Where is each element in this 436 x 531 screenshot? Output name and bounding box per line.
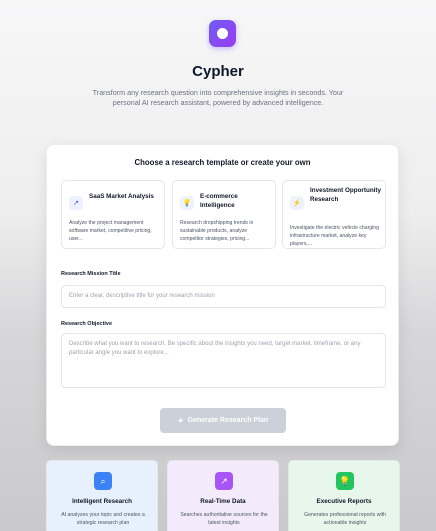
app-tagline: Transform any research question into com… (92, 88, 344, 107)
trending-up-icon: ↗ (69, 196, 83, 210)
lightbulb-icon: 💡 (336, 472, 354, 490)
feature-description: Searches authoritative sources for the l… (180, 512, 268, 526)
feature-title: Intelligent Research (72, 498, 132, 505)
template-name: Investment Opportunity Research (310, 187, 382, 203)
trending-up-icon: ↗ (215, 472, 233, 490)
research-form-card: Choose a research template or create you… (46, 144, 399, 446)
template-card-saas[interactable]: ↗ SaaS Market Analysis Analyze the proje… (61, 180, 165, 249)
objective-field-label: Research Objective (61, 321, 113, 327)
feature-description: AI analyzes your topic and creates a str… (61, 512, 145, 526)
feature-card-intelligent-research: ⌕ Intelligent Research AI analyzes your … (46, 460, 158, 531)
lightbulb-icon: 💡 (180, 196, 194, 210)
app-title: Cypher (192, 63, 244, 80)
template-card-ecommerce[interactable]: 💡 E-commerce Intelligence Research drops… (172, 180, 276, 249)
sparkle-icon: ✦ (177, 417, 184, 425)
template-description: Investigate the electric vehicle chargin… (290, 225, 379, 247)
template-card-investment[interactable]: ⚡ Investment Opportunity Research Invest… (282, 180, 386, 249)
template-name: E-commerce Intelligence (200, 193, 238, 209)
app-logo (209, 20, 236, 47)
title-field-label: Research Mission Title (61, 271, 121, 277)
generate-plan-label: Generate Research Plan (187, 417, 269, 424)
title-input[interactable]: Enter a clear, descriptive title for you… (61, 285, 386, 308)
circle-logo-icon (217, 28, 228, 39)
objective-textarea[interactable]: Describe what you want to research. Be s… (61, 333, 386, 388)
feature-description: Generates professional reports with acti… (304, 512, 386, 526)
generate-plan-button[interactable]: ✦ Generate Research Plan (160, 408, 286, 433)
template-description: Analyze the project management software … (69, 220, 152, 242)
feature-title: Real-Time Data (200, 498, 246, 505)
template-description: Research dropshipping trends in sustaina… (180, 220, 254, 242)
search-icon: ⌕ (94, 472, 112, 490)
feature-card-realtime-data: ↗ Real-Time Data Searches authoritative … (167, 460, 279, 531)
template-name: SaaS Market Analysis (89, 193, 154, 200)
feature-card-executive-reports: 💡 Executive Reports Generates profession… (288, 460, 400, 531)
lightning-icon: ⚡ (290, 196, 304, 210)
form-heading: Choose a research template or create you… (134, 158, 311, 167)
feature-title: Executive Reports (316, 498, 372, 505)
